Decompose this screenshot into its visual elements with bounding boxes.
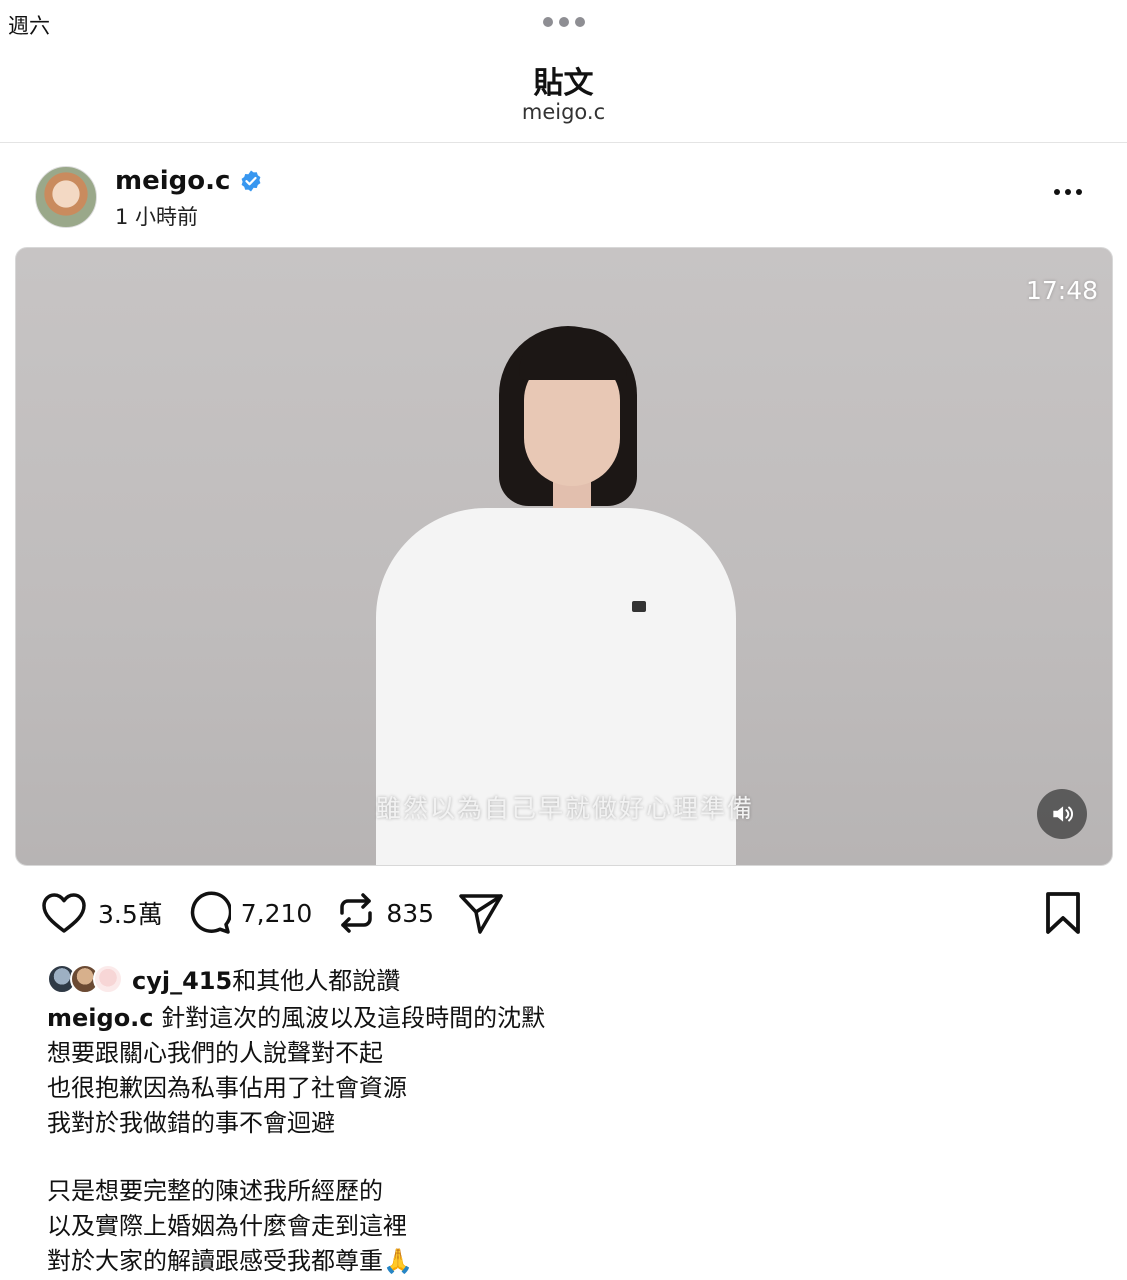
like-button[interactable]: 3.5萬: [40, 891, 163, 935]
bookmark-icon: [1046, 892, 1080, 934]
caption-text: 針對這次的風波以及這段時間的沈默: [161, 1004, 546, 1032]
verified-badge-icon: [242, 170, 261, 192]
send-icon: [459, 894, 503, 934]
caption-line: 我對於我做錯的事不會迴避: [47, 1109, 335, 1137]
repost-button[interactable]: 835: [336, 891, 434, 935]
caption-line: 以及實際上婚姻為什麼會走到這裡: [47, 1212, 407, 1240]
avatar[interactable]: [35, 166, 97, 228]
bookmark-button[interactable]: [1044, 891, 1082, 939]
caption-line: 只是想要完整的陳述我所經歷的: [47, 1177, 383, 1205]
username-row: meigo.c: [115, 166, 263, 196]
caption-username[interactable]: meigo.c: [47, 1004, 154, 1032]
speaker-icon: [1053, 806, 1074, 822]
like-count: 3.5萬: [98, 900, 163, 929]
heart-icon: [42, 893, 86, 933]
video-duration: 17:48: [1025, 276, 1098, 305]
comment-bubble-icon: [190, 891, 231, 934]
liked-by-avatars: [47, 963, 123, 994]
liked-by-username[interactable]: cyj_415: [132, 967, 232, 995]
post-username[interactable]: meigo.c: [115, 166, 230, 196]
caption-line: 也很抱歉因為私事佔用了社會資源: [47, 1074, 407, 1102]
avatar: [93, 963, 123, 994]
divider: [0, 142, 1127, 143]
liked-by-suffix: 和其他人都說讚: [232, 967, 401, 995]
liked-by-text: cyj_415和其他人都說讚: [132, 961, 400, 996]
caption-line: 想要跟關心我們的人說聲對不起: [47, 1039, 383, 1067]
page-subtitle[interactable]: meigo.c: [0, 100, 1127, 124]
mute-button[interactable]: [1037, 789, 1087, 839]
multitask-handle[interactable]: [543, 17, 585, 27]
comment-button[interactable]: 7,210: [187, 891, 313, 935]
caption-line: meigo.c 針對這次的風波以及這段時間的沈默: [47, 1001, 1107, 1036]
video-frame-shirt-logo: [632, 601, 646, 612]
share-button[interactable]: [458, 891, 504, 935]
video-subtitle: 雖然以為自己早就做好心理準備: [375, 794, 754, 823]
more-options-icon[interactable]: [1054, 189, 1082, 195]
post-caption: meigo.c 針對這次的風波以及這段時間的沈默 想要跟關心我們的人說聲對不起 …: [47, 1001, 1107, 1279]
post-time: 1 小時前: [115, 205, 199, 229]
repost-count: 835: [386, 898, 435, 928]
page-title: 貼文: [533, 66, 594, 101]
status-day: 週六: [8, 14, 50, 38]
video-player[interactable]: 17:48 雖然以為自己早就做好心理準備: [15, 247, 1113, 866]
comment-count: 7,210: [240, 898, 313, 928]
liked-by-row[interactable]: cyj_415和其他人都說讚: [47, 961, 400, 996]
caption-line: 對於大家的解讀跟感受我都尊重🙏: [47, 1247, 413, 1275]
action-bar: 3.5萬 7,210 835: [40, 890, 528, 936]
repost-icon: [340, 893, 373, 933]
